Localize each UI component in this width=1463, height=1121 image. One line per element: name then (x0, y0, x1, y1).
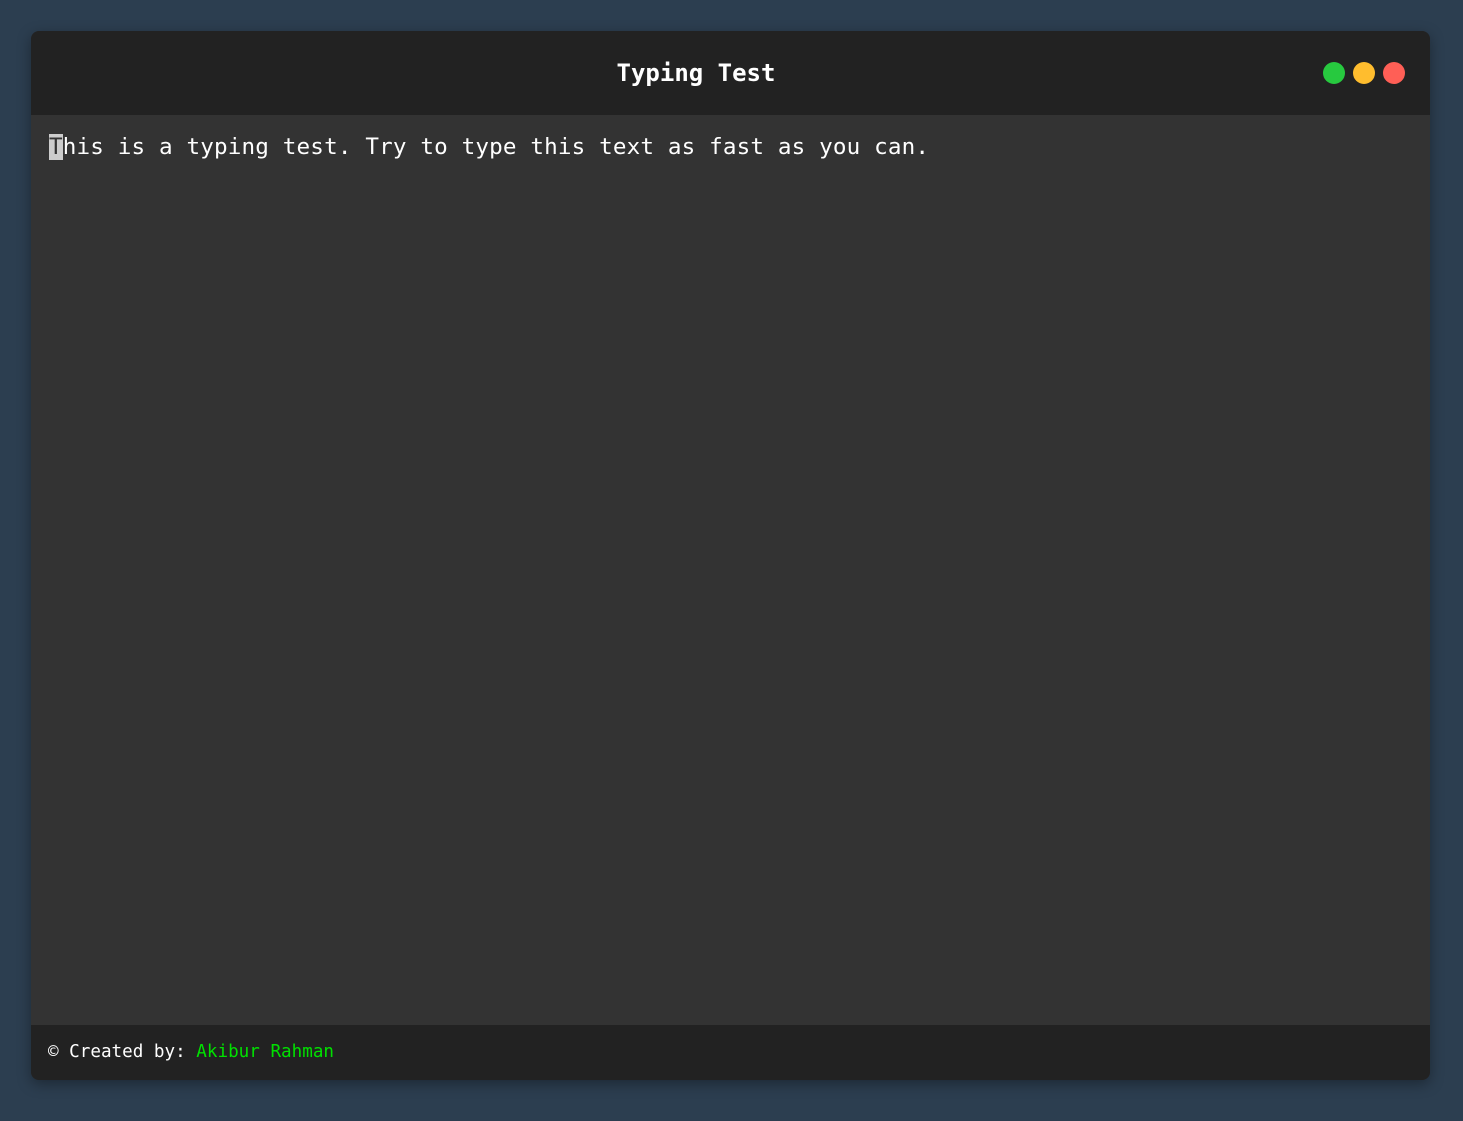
typing-area[interactable]: This is a typing test. Try to type this … (31, 115, 1430, 1025)
window-controls (1323, 62, 1405, 84)
remaining-text: his is a typing test. Try to type this t… (62, 134, 930, 160)
green-dot-icon[interactable] (1323, 62, 1345, 84)
title-bar: Typing Test (31, 31, 1430, 115)
window-title: Typing Test (616, 59, 776, 87)
footer: © Created by: Akibur Rahman (31, 1025, 1430, 1080)
footer-credit: © Created by: Akibur Rahman (48, 1025, 334, 1080)
credit-prefix: © Created by: (48, 1042, 197, 1062)
yellow-dot-icon[interactable] (1353, 62, 1375, 84)
text-cursor: T (49, 134, 63, 160)
author-name: Akibur Rahman (196, 1042, 334, 1062)
red-dot-icon[interactable] (1383, 62, 1405, 84)
test-text: This is a typing test. Try to type this … (49, 129, 929, 165)
app-window: Typing Test This is a typing test. Try t… (31, 31, 1430, 1080)
